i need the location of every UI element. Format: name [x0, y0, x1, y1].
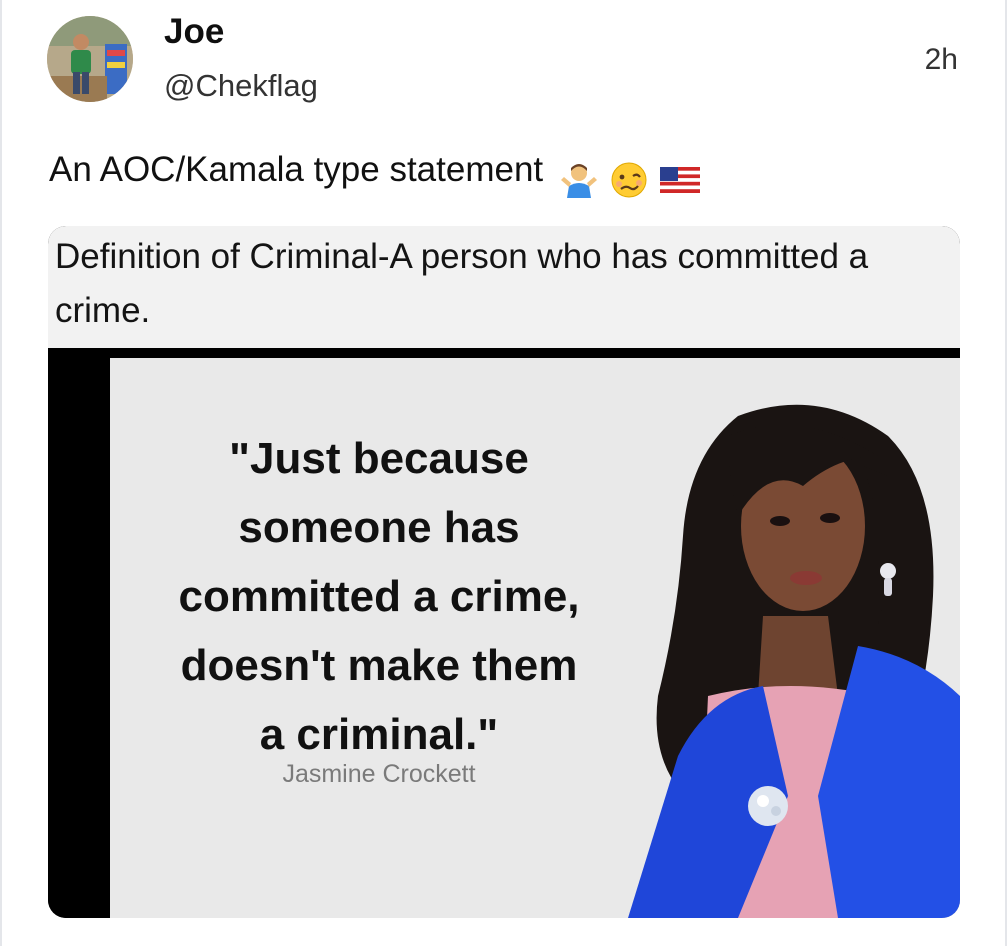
us-flag-emoji-icon — [660, 166, 701, 193]
author-display-name[interactable]: Joe — [164, 12, 224, 52]
post-timestamp[interactable]: 2h — [925, 42, 958, 78]
attached-image[interactable]: Definition of Criminal-A person who has … — [48, 226, 960, 918]
profile-photo-icon — [47, 16, 133, 102]
image-dark-edge — [48, 348, 110, 918]
quote-attribution: Jasmine Crockett — [282, 760, 476, 788]
quote-line: committed a crime, — [178, 572, 580, 621]
quote-text: "Just because someone has committed a cr… — [140, 424, 618, 769]
woozy-face-emoji-icon — [611, 162, 647, 198]
post-text-content: An AOC/Kamala type statement — [49, 150, 544, 189]
post-text: An AOC/Kamala type statement — [49, 148, 702, 200]
image-caption-band: Definition of Criminal-A person who has … — [48, 226, 960, 348]
image-caption: Definition of Criminal-A person who has … — [55, 237, 869, 330]
quote-line: doesn't make them — [180, 641, 578, 690]
emoji-group — [559, 156, 702, 200]
avatar[interactable] — [47, 16, 133, 102]
portrait-photo-icon — [628, 404, 960, 918]
post-card: Joe @Chekflag 2h An AOC/Kamala type stat… — [0, 0, 1007, 946]
quote-line: "Just because — [229, 434, 529, 483]
author-handle[interactable]: @Chekflag — [164, 66, 318, 106]
quote-line: someone has — [238, 503, 520, 552]
person-shrugging-emoji-icon — [560, 163, 597, 198]
